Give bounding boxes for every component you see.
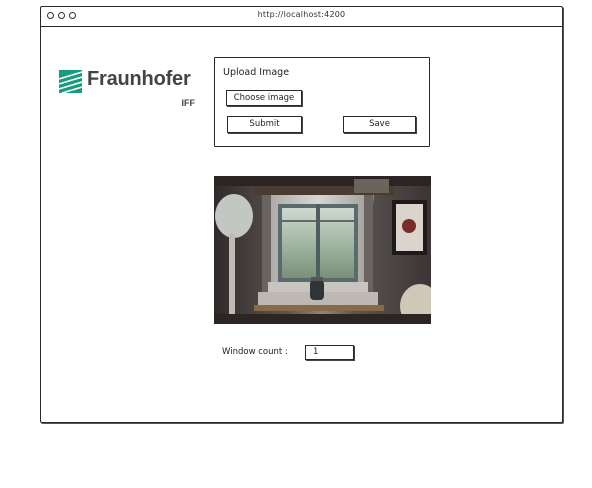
save-button[interactable]: Save: [343, 116, 416, 133]
fraunhofer-logo: Fraunhofer IFF: [59, 68, 199, 112]
fraunhofer-logo-icon: [59, 70, 82, 93]
submit-button[interactable]: Submit: [227, 116, 302, 133]
window-count-label: Window count :: [222, 347, 288, 357]
address-bar[interactable]: http://localhost:4200: [41, 10, 562, 19]
upload-title: Upload Image: [223, 67, 290, 78]
browser-window: http://localhost:4200 Fraunhofer IFF Upl…: [40, 6, 563, 423]
window-count-field[interactable]: 1: [305, 345, 354, 360]
upload-panel: Upload Image Choose image Submit Save: [214, 57, 430, 147]
logo-wordmark: Fraunhofer: [87, 68, 191, 90]
room-window-photo: [214, 176, 431, 324]
choose-image-button[interactable]: Choose image: [226, 90, 302, 106]
browser-titlebar: http://localhost:4200: [41, 7, 562, 27]
logo-subtitle: IFF: [181, 98, 196, 108]
uploaded-image: [214, 176, 431, 324]
